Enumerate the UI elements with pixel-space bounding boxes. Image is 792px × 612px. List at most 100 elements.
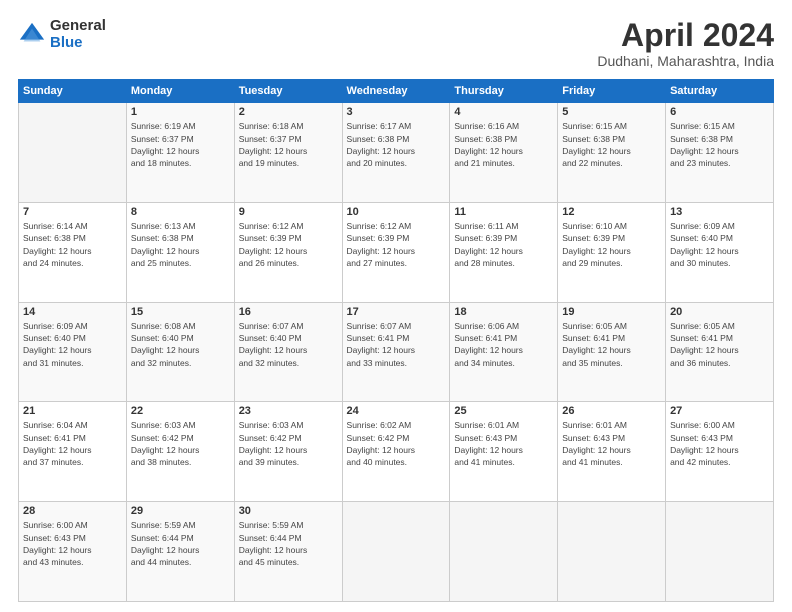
calendar-week-3: 14 Sunrise: 6:09 AM Sunset: 6:40 PM Dayli… [19,302,774,402]
day-number: 27 [670,405,769,417]
day-info: Sunrise: 6:15 AM Sunset: 6:38 PM Dayligh… [562,120,661,169]
calendar-cell: 1 Sunrise: 6:19 AM Sunset: 6:37 PM Daylig… [126,103,234,203]
day-number: 1 [131,106,230,118]
day-number: 16 [239,306,338,318]
day-number: 30 [239,505,338,517]
day-number: 3 [347,106,446,118]
day-info: Sunrise: 6:07 AM Sunset: 6:40 PM Dayligh… [239,320,338,369]
calendar-cell: 12 Sunrise: 6:10 AM Sunset: 6:39 PM Dayli… [558,202,666,302]
calendar-cell: 6Sunrise: 6:15 AM Sunset: 6:38 PM Daylig… [666,103,774,203]
day-number: 9 [239,206,338,218]
calendar-cell: 30 Sunrise: 5:59 AM Sunset: 6:44 PM Dayli… [234,502,342,602]
calendar-cell: 25 Sunrise: 6:01 AM Sunset: 6:43 PM Dayli… [450,402,558,502]
calendar-cell [558,502,666,602]
calendar-cell [342,502,450,602]
calendar-cell: 7Sunrise: 6:14 AM Sunset: 6:38 PM Daylig… [19,202,127,302]
calendar-cell: 4 Sunrise: 6:16 AM Sunset: 6:38 PM Daylig… [450,103,558,203]
page: General Blue April 2024 Dudhani, Maharas… [0,0,792,612]
col-saturday: Saturday [666,80,774,103]
day-info: Sunrise: 6:09 AM Sunset: 6:40 PM Dayligh… [670,220,769,269]
calendar-body: 1 Sunrise: 6:19 AM Sunset: 6:37 PM Daylig… [19,103,774,602]
day-info: Sunrise: 5:59 AM Sunset: 6:44 PM Dayligh… [239,519,338,568]
calendar-cell: 26 Sunrise: 6:01 AM Sunset: 6:43 PM Dayli… [558,402,666,502]
logo-general-text: General [50,18,106,35]
day-info: Sunrise: 6:12 AM Sunset: 6:39 PM Dayligh… [347,220,446,269]
day-number: 6 [670,106,769,118]
day-info: Sunrise: 6:09 AM Sunset: 6:40 PM Dayligh… [23,320,122,369]
day-number: 17 [347,306,446,318]
col-friday: Friday [558,80,666,103]
day-info: Sunrise: 5:59 AM Sunset: 6:44 PM Dayligh… [131,519,230,568]
calendar-cell: 13 Sunrise: 6:09 AM Sunset: 6:40 PM Dayli… [666,202,774,302]
day-info: Sunrise: 6:04 AM Sunset: 6:41 PM Dayligh… [23,419,122,468]
month-title: April 2024 [597,18,774,53]
day-number: 10 [347,206,446,218]
day-info: Sunrise: 6:13 AM Sunset: 6:38 PM Dayligh… [131,220,230,269]
calendar-cell: 28Sunrise: 6:00 AM Sunset: 6:43 PM Dayli… [19,502,127,602]
calendar-week-5: 28Sunrise: 6:00 AM Sunset: 6:43 PM Dayli… [19,502,774,602]
day-info: Sunrise: 6:02 AM Sunset: 6:42 PM Dayligh… [347,419,446,468]
day-info: Sunrise: 6:06 AM Sunset: 6:41 PM Dayligh… [454,320,553,369]
calendar-cell: 24 Sunrise: 6:02 AM Sunset: 6:42 PM Dayli… [342,402,450,502]
header-row: Sunday Monday Tuesday Wednesday Thursday… [19,80,774,103]
calendar-cell [666,502,774,602]
day-info: Sunrise: 6:12 AM Sunset: 6:39 PM Dayligh… [239,220,338,269]
title-block: April 2024 Dudhani, Maharashtra, India [597,18,774,69]
calendar-cell: 9 Sunrise: 6:12 AM Sunset: 6:39 PM Daylig… [234,202,342,302]
day-number: 19 [562,306,661,318]
calendar-cell: 8 Sunrise: 6:13 AM Sunset: 6:38 PM Daylig… [126,202,234,302]
col-tuesday: Tuesday [234,80,342,103]
day-number: 8 [131,206,230,218]
day-info: Sunrise: 6:17 AM Sunset: 6:38 PM Dayligh… [347,120,446,169]
calendar-cell: 18Sunrise: 6:06 AM Sunset: 6:41 PM Dayli… [450,302,558,402]
day-info: Sunrise: 6:10 AM Sunset: 6:39 PM Dayligh… [562,220,661,269]
col-wednesday: Wednesday [342,80,450,103]
calendar-cell: 3 Sunrise: 6:17 AM Sunset: 6:38 PM Daylig… [342,103,450,203]
calendar-cell: 20 Sunrise: 6:05 AM Sunset: 6:41 PM Dayli… [666,302,774,402]
day-number: 13 [670,206,769,218]
calendar-cell: 17 Sunrise: 6:07 AM Sunset: 6:41 PM Dayli… [342,302,450,402]
day-number: 20 [670,306,769,318]
calendar-table: Sunday Monday Tuesday Wednesday Thursday… [18,79,774,602]
logo-text: General Blue [50,18,106,51]
day-number: 25 [454,405,553,417]
calendar-cell: 11Sunrise: 6:11 AM Sunset: 6:39 PM Dayli… [450,202,558,302]
location-title: Dudhani, Maharashtra, India [597,53,774,69]
day-info: Sunrise: 6:07 AM Sunset: 6:41 PM Dayligh… [347,320,446,369]
day-info: Sunrise: 6:01 AM Sunset: 6:43 PM Dayligh… [454,419,553,468]
day-number: 21 [23,405,122,417]
logo: General Blue [18,18,106,51]
calendar-cell [19,103,127,203]
day-info: Sunrise: 6:03 AM Sunset: 6:42 PM Dayligh… [239,419,338,468]
day-info: Sunrise: 6:18 AM Sunset: 6:37 PM Dayligh… [239,120,338,169]
calendar-header: Sunday Monday Tuesday Wednesday Thursday… [19,80,774,103]
day-number: 24 [347,405,446,417]
day-number: 5 [562,106,661,118]
day-number: 22 [131,405,230,417]
calendar-cell: 16 Sunrise: 6:07 AM Sunset: 6:40 PM Dayli… [234,302,342,402]
calendar-cell: 5 Sunrise: 6:15 AM Sunset: 6:38 PM Daylig… [558,103,666,203]
calendar-cell: 19 Sunrise: 6:05 AM Sunset: 6:41 PM Dayli… [558,302,666,402]
day-info: Sunrise: 6:05 AM Sunset: 6:41 PM Dayligh… [670,320,769,369]
day-number: 26 [562,405,661,417]
calendar-cell: 22 Sunrise: 6:03 AM Sunset: 6:42 PM Dayli… [126,402,234,502]
day-number: 12 [562,206,661,218]
calendar-week-2: 7Sunrise: 6:14 AM Sunset: 6:38 PM Daylig… [19,202,774,302]
day-info: Sunrise: 6:01 AM Sunset: 6:43 PM Dayligh… [562,419,661,468]
calendar-cell [450,502,558,602]
col-thursday: Thursday [450,80,558,103]
calendar-cell: 27Sunrise: 6:00 AM Sunset: 6:43 PM Dayli… [666,402,774,502]
day-number: 28 [23,505,122,517]
day-info: Sunrise: 6:16 AM Sunset: 6:38 PM Dayligh… [454,120,553,169]
day-number: 4 [454,106,553,118]
day-info: Sunrise: 6:11 AM Sunset: 6:39 PM Dayligh… [454,220,553,269]
day-info: Sunrise: 6:19 AM Sunset: 6:37 PM Dayligh… [131,120,230,169]
day-number: 14 [23,306,122,318]
day-info: Sunrise: 6:05 AM Sunset: 6:41 PM Dayligh… [562,320,661,369]
calendar-cell: 15Sunrise: 6:08 AM Sunset: 6:40 PM Dayli… [126,302,234,402]
logo-icon [18,21,46,49]
day-info: Sunrise: 6:14 AM Sunset: 6:38 PM Dayligh… [23,220,122,269]
calendar-week-4: 21 Sunrise: 6:04 AM Sunset: 6:41 PM Dayli… [19,402,774,502]
day-info: Sunrise: 6:03 AM Sunset: 6:42 PM Dayligh… [131,419,230,468]
col-sunday: Sunday [19,80,127,103]
